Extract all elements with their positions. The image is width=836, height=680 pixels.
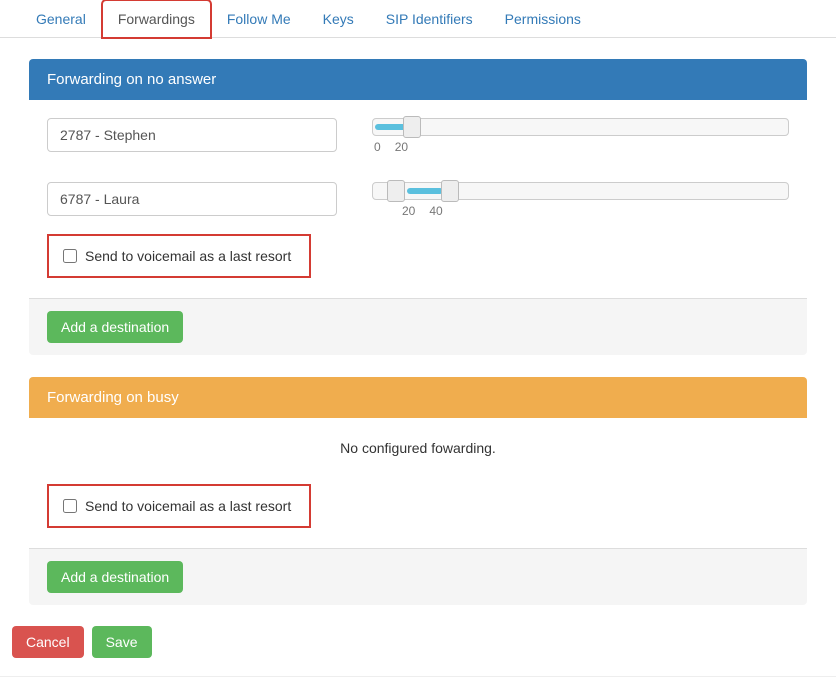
add-destination-button-no-answer[interactable]: Add a destination: [47, 311, 183, 343]
panel-footer-busy: Add a destination: [29, 548, 807, 605]
time-slider-2[interactable]: [372, 182, 789, 200]
voicemail-checkbox-busy[interactable]: [63, 499, 77, 513]
slider-labels-1: 0 20: [372, 140, 789, 154]
voicemail-checkbox-no-answer[interactable]: [63, 249, 77, 263]
tab-permissions[interactable]: Permissions: [489, 0, 597, 38]
destination-row: 20 40: [47, 182, 789, 218]
tab-forwardings[interactable]: Forwardings: [102, 0, 211, 38]
tab-follow-me[interactable]: Follow Me: [211, 0, 307, 38]
panel-no-answer: Forwarding on no answer 0 20: [28, 58, 808, 356]
panel-footer-no-answer: Add a destination: [29, 298, 807, 355]
voicemail-label-busy: Send to voicemail as a last resort: [85, 498, 291, 514]
voicemail-highlight: Send to voicemail as a last resort: [47, 234, 311, 278]
voicemail-checkbox-row-busy: Send to voicemail as a last resort: [55, 492, 299, 520]
bottom-actions: Cancel Save: [0, 626, 836, 677]
panel-title-busy: Forwarding on busy: [29, 377, 807, 418]
cancel-button[interactable]: Cancel: [12, 626, 84, 658]
voicemail-checkbox-row-no-answer: Send to voicemail as a last resort: [55, 242, 299, 270]
destination-input-1[interactable]: [47, 118, 337, 152]
panel-body-busy: No configured fowarding. Send to voicema…: [29, 418, 807, 548]
tabs: General Forwardings Follow Me Keys SIP I…: [0, 0, 836, 38]
tab-keys[interactable]: Keys: [307, 0, 370, 38]
slider-labels-2: 20 40: [372, 204, 789, 218]
destination-input-2[interactable]: [47, 182, 337, 216]
destination-row: 0 20: [47, 118, 789, 154]
panel-title-no-answer: Forwarding on no answer: [29, 59, 807, 100]
save-button[interactable]: Save: [92, 626, 152, 658]
panel-busy: Forwarding on busy No configured fowardi…: [28, 376, 808, 606]
tab-general[interactable]: General: [20, 0, 102, 38]
add-destination-button-busy[interactable]: Add a destination: [47, 561, 183, 593]
voicemail-label-no-answer: Send to voicemail as a last resort: [85, 248, 291, 264]
time-slider-1[interactable]: [372, 118, 789, 136]
panel-body-no-answer: 0 20 20 40: [29, 100, 807, 298]
voicemail-highlight-busy: Send to voicemail as a last resort: [47, 484, 311, 528]
empty-message-busy: No configured fowarding.: [47, 436, 789, 478]
tab-sip-identifiers[interactable]: SIP Identifiers: [370, 0, 489, 38]
